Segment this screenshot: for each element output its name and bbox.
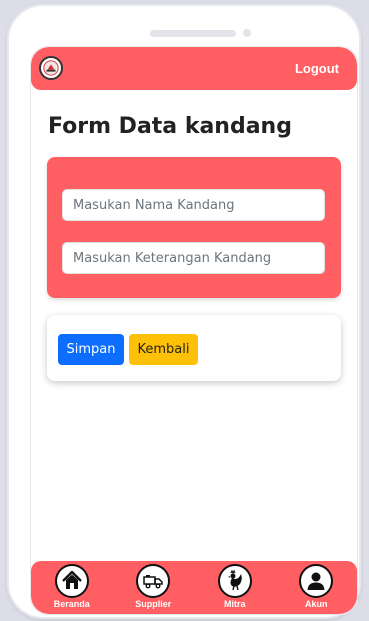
phone-frame: Logout Form Data kandang Simpan Kembali … <box>9 6 359 617</box>
form-card <box>47 157 341 298</box>
action-card: Simpan Kembali <box>47 315 341 381</box>
phone-camera <box>243 29 251 37</box>
truck-icon <box>136 564 171 598</box>
kandang-name-input[interactable] <box>62 189 325 221</box>
logout-link[interactable]: Logout <box>295 61 339 76</box>
nav-label: Supplier <box>135 599 172 609</box>
rooster-icon <box>217 564 252 598</box>
nav-item-akun[interactable]: Akun <box>281 561 351 609</box>
nav-item-mitra[interactable]: Mitra <box>200 561 270 609</box>
page-title: Form Data kandang <box>48 114 292 139</box>
back-button[interactable]: Kembali <box>129 334 198 365</box>
nav-item-beranda[interactable]: Beranda <box>37 561 107 609</box>
farm-logo-icon[interactable] <box>39 56 63 80</box>
user-icon <box>299 564 334 598</box>
nav-label: Mitra <box>223 599 246 609</box>
nav-label: Beranda <box>53 599 90 609</box>
kandang-description-input[interactable] <box>62 242 325 274</box>
nav-item-supplier[interactable]: Supplier <box>118 561 188 609</box>
bottom-nav: Beranda Supplier Mitra Akun <box>31 561 357 614</box>
home-icon <box>54 564 89 598</box>
top-bar: Logout <box>31 47 357 90</box>
phone-speaker <box>150 30 236 37</box>
app-screen: Logout Form Data kandang Simpan Kembali … <box>30 46 358 615</box>
save-button[interactable]: Simpan <box>58 334 124 365</box>
nav-label: Akun <box>305 599 328 609</box>
